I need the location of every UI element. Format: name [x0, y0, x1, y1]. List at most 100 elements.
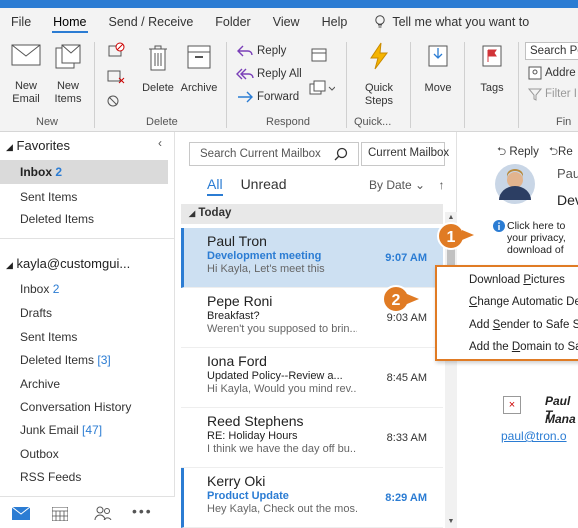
folder-drafts[interactable]: Drafts	[20, 306, 52, 320]
delete-button[interactable]: Delete	[138, 44, 178, 95]
collapse-triangle-icon: ◢	[189, 209, 196, 218]
group-separator	[464, 42, 465, 128]
item-count: [47]	[82, 423, 103, 437]
collapse-triangle-icon: ◢	[6, 142, 13, 152]
more-respond-button[interactable]	[308, 80, 336, 100]
more-modules-icon[interactable]: •••	[132, 503, 153, 519]
group-label-quick-steps: Quick...	[354, 116, 392, 128]
tell-me-box[interactable]: Tell me what you want to	[358, 8, 540, 36]
avatar	[495, 164, 535, 204]
folder-inbox[interactable]: Inbox 2	[20, 282, 59, 296]
folder-sent[interactable]: Sent Items	[20, 330, 77, 344]
tab-view[interactable]: View	[262, 8, 311, 36]
address-book-button[interactable]: Addre	[528, 66, 576, 80]
new-email-button[interactable]: New Email	[8, 44, 44, 106]
search-scope-dropdown[interactable]: Current Mailbox ▼	[361, 142, 464, 166]
favorites-header[interactable]: ◢ Favorites	[6, 138, 70, 153]
filter-unread[interactable]: Unread	[241, 176, 287, 196]
delete-label: Delete	[142, 82, 174, 94]
folder-junk[interactable]: Junk Email [47]	[20, 423, 102, 437]
folder-archive[interactable]: Archive	[20, 377, 60, 391]
folder-deleted[interactable]: Deleted Items [3]	[20, 353, 111, 367]
reply-label: Reply	[509, 146, 539, 158]
sort-dropdown[interactable]: By Date ⌄ ↑	[369, 178, 444, 192]
message-item[interactable]: Kerry Oki Product Update Hey Kayla, Chec…	[181, 468, 443, 528]
message-item[interactable]: Iona Ford Updated Policy--Review a... Hi…	[181, 348, 443, 408]
search-people-input[interactable]: Search Pe	[525, 42, 578, 60]
filter-all[interactable]: All	[207, 176, 223, 196]
folder-label: Junk Email	[20, 423, 79, 437]
tell-me-text: Tell me what you want to	[392, 15, 530, 29]
folder-conversation-history[interactable]: Conversation History	[20, 400, 131, 414]
folder-inbox-favorite[interactable]: Inbox 2	[0, 160, 168, 184]
people-icon[interactable]	[94, 506, 112, 520]
sort-label: By Date	[369, 178, 412, 192]
menu-item-download-pictures[interactable]: Download Pictures	[469, 274, 565, 286]
menu-item-change-automatic-download[interactable]: Change Automatic De	[469, 296, 578, 308]
trash-icon	[149, 45, 167, 71]
message-time: 9:03 AM	[386, 312, 427, 324]
quick-steps-button[interactable]: Quick Steps	[354, 42, 404, 108]
folder-deleted-favorite[interactable]: Deleted Items	[20, 212, 94, 226]
archive-button[interactable]: Archive	[178, 44, 220, 95]
item-count: [3]	[97, 353, 111, 367]
signature-title: Mana	[545, 412, 576, 426]
folder-outbox[interactable]: Outbox	[20, 447, 59, 461]
message-item[interactable]: Reed Stephens RE: Holiday Hours I think …	[181, 408, 443, 468]
meeting-button[interactable]	[308, 46, 330, 66]
info-bar[interactable]: Click here to your privacy, download of	[493, 220, 578, 256]
folder-rss[interactable]: RSS Feeds	[20, 470, 81, 484]
signature-email-link[interactable]: paul@tron.o	[501, 429, 567, 443]
message-list-pane: Search Current Mailbox Current Mailbox ▼…	[175, 132, 464, 528]
tab-send-receive[interactable]: Send / Receive	[98, 8, 205, 36]
message-time: 8:45 AM	[386, 372, 427, 384]
tab-help[interactable]: Help	[311, 8, 359, 36]
message-subject: Updated Policy--Review a...	[207, 370, 343, 382]
reply-all-icon: ⮌	[548, 146, 559, 158]
tab-file[interactable]: File	[0, 8, 42, 36]
reply-all-button[interactable]: Reply All	[236, 67, 302, 81]
collapse-pane-icon[interactable]: ‹	[158, 136, 162, 150]
new-items-label: New Items	[54, 80, 82, 105]
mail-icon[interactable]	[12, 507, 30, 520]
filter-email-button[interactable]: Filter I	[528, 87, 577, 101]
group-separator	[518, 42, 519, 128]
menu-item-add-sender-safe[interactable]: Add Sender to Safe Se	[469, 319, 578, 331]
message-preview: Hi Kayla, Let's meet this	[207, 263, 325, 275]
blocked-image-icon: ×	[503, 396, 521, 414]
context-menu: Download Pictures Change Automatic De Ad…	[435, 265, 578, 361]
search-icon	[334, 147, 348, 161]
tags-button[interactable]: Tags	[472, 44, 512, 95]
forward-button[interactable]: Forward	[236, 90, 299, 104]
cleanup-icon	[107, 70, 125, 84]
callout-badge: 2	[382, 285, 410, 313]
unread-count: 2	[55, 165, 63, 179]
lightning-icon	[370, 42, 388, 70]
message-item[interactable]: Paul Tron Development meeting Hi Kayla, …	[181, 228, 443, 288]
account-header[interactable]: ◢ kayla@customgui...	[6, 256, 130, 271]
scroll-down-icon[interactable]: ▼	[445, 516, 457, 528]
sort-direction-icon[interactable]: ↑	[438, 178, 444, 192]
new-items-button[interactable]: New Items	[48, 44, 88, 106]
group-label-respond: Respond	[266, 116, 311, 128]
tab-home[interactable]: Home	[42, 8, 97, 36]
group-label-new: New	[36, 116, 59, 128]
unread-count: 2	[52, 282, 60, 296]
message-time: 8:33 AM	[386, 432, 427, 444]
cleanup-button[interactable]	[104, 68, 128, 90]
reading-reply-button[interactable]: ⮌ Reply	[497, 144, 539, 163]
group-header-today[interactable]: ◢ Today	[181, 204, 443, 224]
reading-reply-all-button[interactable]: ⮌Re	[549, 144, 573, 163]
folder-sent-favorite[interactable]: Sent Items	[20, 190, 77, 204]
menu-item-add-domain-safe[interactable]: Add the Domain to Sa	[469, 341, 578, 353]
ignore-button[interactable]	[104, 42, 128, 64]
search-mailbox-input[interactable]: Search Current Mailbox	[189, 142, 359, 166]
calendar-icon[interactable]	[52, 507, 68, 521]
junk-button[interactable]	[104, 92, 128, 114]
move-button[interactable]: Move	[418, 44, 458, 95]
reply-button[interactable]: Reply	[236, 44, 286, 58]
message-list-scrollbar[interactable]: ▲ ▼	[445, 212, 457, 528]
message-sender: Paul Tron	[207, 233, 267, 249]
reply-icon: ⮌	[497, 146, 507, 158]
tab-folder[interactable]: Folder	[204, 8, 261, 36]
